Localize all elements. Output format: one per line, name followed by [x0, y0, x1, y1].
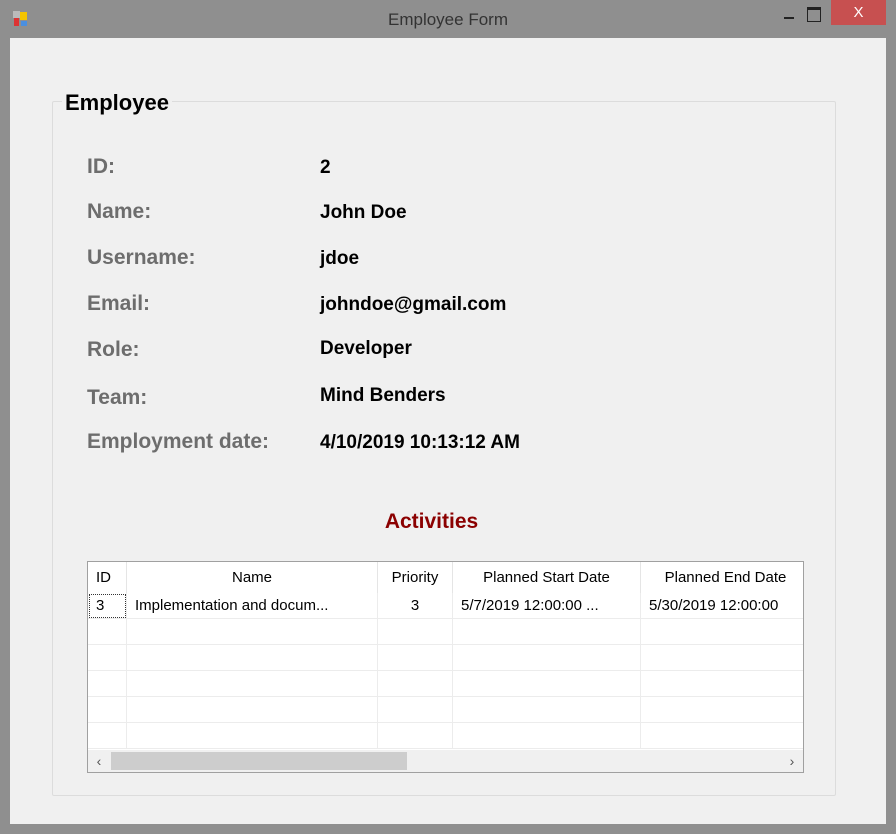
column-header[interactable]: Planned End Date	[641, 562, 803, 593]
field-label: Username:	[87, 246, 196, 269]
empty-cell[interactable]	[453, 645, 641, 671]
empty-cell[interactable]	[127, 645, 378, 671]
column-header[interactable]: Name	[127, 562, 378, 593]
field-label: ID:	[87, 155, 115, 178]
employee-group-title: Employee	[62, 90, 172, 116]
table-cell[interactable]: 5/7/2019 12:00:00 ...	[453, 593, 641, 619]
empty-cell[interactable]	[88, 619, 127, 645]
title-bar: Employee Form X	[0, 0, 896, 38]
empty-cell[interactable]	[641, 645, 803, 671]
empty-cell[interactable]	[88, 645, 127, 671]
empty-cell[interactable]	[88, 697, 127, 723]
scrollbar-thumb[interactable]	[111, 752, 407, 770]
field-value: Mind Benders	[320, 385, 446, 406]
scroll-right-icon[interactable]: ›	[781, 750, 803, 772]
field-value: jdoe	[320, 248, 360, 269]
empty-cell[interactable]	[453, 723, 641, 749]
table-cell[interactable]: Implementation and docum...	[127, 593, 378, 619]
empty-cell[interactable]	[378, 723, 453, 749]
field-value: 2	[320, 157, 331, 178]
field-value: Developer	[320, 338, 412, 359]
empty-cell[interactable]	[88, 671, 127, 697]
field-value: John Doe	[320, 202, 407, 223]
field-label: Name:	[87, 200, 152, 223]
empty-cell[interactable]	[453, 697, 641, 723]
table-cell[interactable]: 3	[378, 593, 453, 619]
empty-cell[interactable]	[127, 723, 378, 749]
empty-cell[interactable]	[641, 723, 803, 749]
column-header[interactable]: Priority	[378, 562, 453, 593]
field-label: Employment date:	[87, 430, 270, 453]
table-cell[interactable]: 5/30/2019 12:00:00	[641, 593, 803, 619]
empty-cell[interactable]	[127, 671, 378, 697]
empty-cell[interactable]	[88, 723, 127, 749]
field-value: 4/10/2019 10:13:12 AM	[320, 432, 520, 453]
scroll-left-icon[interactable]: ‹	[88, 750, 110, 772]
empty-cell[interactable]	[378, 645, 453, 671]
empty-cell[interactable]	[641, 697, 803, 723]
form-client-area: Employee ID: 2 Name: John Doe Username: jdoe E…	[10, 38, 886, 824]
empty-cell[interactable]	[378, 671, 453, 697]
empty-cell[interactable]	[453, 671, 641, 697]
empty-cell[interactable]	[453, 619, 641, 645]
field-label: Team:	[87, 386, 148, 409]
field-label: Email:	[87, 292, 151, 315]
field-value: johndoe@gmail.com	[320, 294, 507, 315]
field-label: Role:	[87, 338, 140, 361]
empty-cell[interactable]	[641, 671, 803, 697]
minimize-button[interactable]	[776, 4, 802, 26]
table-cell[interactable]: 3	[88, 593, 127, 619]
empty-cell[interactable]	[127, 619, 378, 645]
horizontal-scrollbar[interactable]: ‹ ›	[88, 750, 803, 772]
maximize-button[interactable]	[804, 4, 826, 26]
close-button[interactable]: X	[831, 0, 886, 25]
empty-cell[interactable]	[378, 697, 453, 723]
activities-grid[interactable]: 3 Implementation and docum... 3 5/7/2019 12…	[87, 561, 804, 773]
column-header[interactable]: Planned Start Date	[453, 562, 641, 593]
empty-cell[interactable]	[641, 619, 803, 645]
column-header[interactable]: ID	[88, 562, 127, 593]
window-title: Employee Form	[388, 10, 508, 29]
empty-cell[interactable]	[378, 619, 453, 645]
empty-cell[interactable]	[127, 697, 378, 723]
activities-title: Activities	[384, 510, 479, 533]
